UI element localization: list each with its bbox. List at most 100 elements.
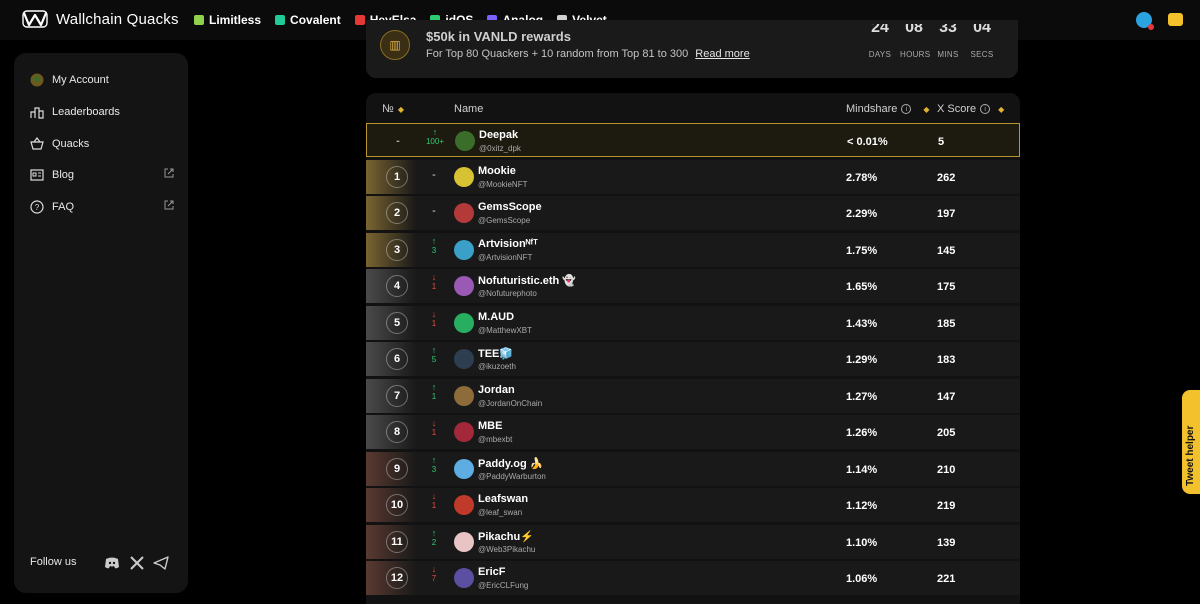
- table-row[interactable]: 1 - Mookie @MookieNFT 2.78% 262: [366, 159, 1020, 194]
- partner-link-limitless[interactable]: Limitless: [194, 13, 261, 27]
- rank-header[interactable]: № ◆: [382, 103, 404, 115]
- xscore-value: 205: [937, 427, 956, 439]
- user-handle: @ikuzoeth: [478, 362, 516, 371]
- discord-icon[interactable]: [104, 556, 120, 570]
- user-handle: @GemsScope: [478, 216, 531, 225]
- table-row[interactable]: 4 ↓ 1 Nofuturistic.eth 👻 @Nofuturephoto 1.65%…: [366, 269, 1020, 303]
- table-row[interactable]: 12 ↓ 7 EricF @EricCLFung 1.06% 221: [366, 561, 1020, 595]
- rank-cell: 2: [366, 196, 416, 230]
- external-link-icon: [164, 168, 174, 178]
- table-row[interactable]: 5 ↓ 1 M.AUD @MatthewXBT 1.43% 185: [366, 305, 1020, 340]
- user-name[interactable]: EricF: [478, 566, 506, 578]
- brand-logo[interactable]: Wallchain Quacks: [22, 10, 179, 28]
- table-row[interactable]: 9 ↑ 3 Paddy.og 🍌 @PaddyWarburton 1.14% 210: [366, 451, 1020, 486]
- user-name[interactable]: Jordan: [478, 384, 515, 396]
- xscore-header[interactable]: X Score i ◆: [937, 103, 1004, 115]
- sidebar-item-label: My Account: [52, 74, 109, 86]
- rank-cell: 9: [366, 451, 416, 486]
- sidebar-item-label: Blog: [52, 169, 75, 181]
- sidebar: My Account Leaderboards Quacks Blog ? FA…: [14, 53, 188, 593]
- user-name[interactable]: Paddy.og 🍌: [478, 457, 543, 470]
- table-row[interactable]: 10 ↓ 1 Leafswan @leaf_swan 1.12% 219: [366, 488, 1020, 522]
- trophy-icon: ▥: [380, 30, 410, 60]
- x-icon[interactable]: [129, 556, 145, 570]
- avatar[interactable]: [454, 422, 474, 442]
- avatar[interactable]: [454, 495, 474, 515]
- xscore-value: 139: [937, 536, 956, 549]
- avatar[interactable]: [454, 276, 474, 296]
- user-handle: @Nofuturephoto: [478, 289, 537, 298]
- avatar[interactable]: [454, 203, 474, 223]
- info-icon[interactable]: i: [980, 104, 991, 114]
- mindshare-value: 1.27%: [846, 390, 878, 403]
- mindshare-value: 1.29%: [846, 354, 878, 366]
- user-name[interactable]: Leafswan: [478, 493, 528, 505]
- table-row[interactable]: 3 ↑ 3 Artvisionᴺᶠᵀ @ArtvisionNFT 1.75% 145: [366, 232, 1020, 267]
- table-row[interactable]: 2 - GemsScope @GemsScope 2.29% 197: [366, 196, 1020, 230]
- partner-link-covalent[interactable]: Covalent: [275, 13, 341, 27]
- countdown-days: 24 DAYS: [868, 24, 892, 59]
- xscore-value: 210: [937, 463, 956, 476]
- countdown-mins: 33 MINS: [937, 24, 959, 59]
- countdown-timer: 24 DAYS 08 HOURS 33 MINS 04 SECS: [866, 24, 996, 59]
- read-more-link[interactable]: Read more: [695, 48, 749, 60]
- avatar[interactable]: [454, 568, 474, 588]
- newspaper-icon: [30, 168, 44, 182]
- avatar[interactable]: [454, 385, 474, 406]
- mindshare-value: < 0.01%: [847, 136, 888, 148]
- sidebar-item-label: FAQ: [52, 201, 75, 213]
- rank-cell: 1: [366, 159, 416, 194]
- arrow-down-icon: ↓: [431, 308, 437, 319]
- user-name[interactable]: Artvisionᴺᶠᵀ: [478, 238, 538, 250]
- rank-badge: 3: [386, 238, 408, 261]
- table-row[interactable]: 8 ↓ 1 MBE @mbexbt 1.26% 205: [366, 415, 1020, 449]
- rank-cell: 4: [366, 269, 416, 303]
- avatar[interactable]: [454, 239, 474, 260]
- avatar[interactable]: [454, 166, 474, 187]
- rank-change: ↑ 5: [424, 345, 444, 365]
- user-handle: @JordanOnChain: [478, 398, 543, 408]
- rank-change: ↑ 2: [424, 528, 444, 547]
- telegram-icon[interactable]: [153, 556, 169, 570]
- rank-badge: 5: [386, 311, 408, 334]
- table-row-current-user[interactable]: - ↑ 100+ Deepak @0xitz_dpk < 0.01% 5: [366, 123, 1020, 157]
- rank-cell: -: [367, 124, 417, 158]
- xscore-value: 147: [937, 390, 956, 403]
- avatar[interactable]: [454, 458, 474, 479]
- arrow-up-icon: ↑: [431, 381, 437, 392]
- user-name[interactable]: Pikachu⚡: [478, 530, 534, 543]
- wallet-icon[interactable]: [1168, 13, 1183, 26]
- sort-icon: ◆: [923, 104, 930, 114]
- sidebar-item-my-account[interactable]: My Account: [30, 70, 174, 90]
- sidebar-item-leaderboards[interactable]: Leaderboards: [30, 102, 174, 122]
- avatar[interactable]: [454, 349, 474, 369]
- avatar[interactable]: [455, 131, 475, 151]
- sidebar-item-faq[interactable]: ? FAQ: [30, 197, 174, 217]
- rank-change: ↑ 3: [424, 236, 444, 255]
- table-row[interactable]: 7 ↑ 1 Jordan @JordanOnChain 1.27% 147: [366, 378, 1020, 413]
- table-row[interactable]: 11 ↑ 2 Pikachu⚡ @Web3Pikachu 1.10% 139: [366, 524, 1020, 559]
- user-name[interactable]: MBE: [478, 420, 502, 432]
- avatar[interactable]: [454, 312, 474, 333]
- avatar-icon: [30, 73, 44, 87]
- user-name[interactable]: TEE🧊: [478, 347, 513, 360]
- user-name[interactable]: Mookie: [478, 165, 516, 177]
- user-name[interactable]: GemsScope: [478, 201, 542, 213]
- mindshare-header[interactable]: Mindshare i ◆: [846, 103, 930, 115]
- user-name[interactable]: Deepak: [479, 129, 518, 141]
- rank-badge: 6: [386, 348, 408, 370]
- arrow-up-icon: ↑: [431, 345, 437, 355]
- user-name[interactable]: Nofuturistic.eth 👻: [478, 274, 576, 287]
- table-row[interactable]: 6 ↑ 5 TEE🧊 @ikuzoeth 1.29% 183: [366, 342, 1020, 376]
- sidebar-item-quacks[interactable]: Quacks: [30, 134, 174, 154]
- user-name[interactable]: M.AUD: [478, 311, 514, 323]
- user-handle: @mbexbt: [478, 435, 513, 444]
- mindshare-value: 1.06%: [846, 573, 878, 585]
- sidebar-item-blog[interactable]: Blog: [30, 165, 174, 185]
- tweet-helper-button[interactable]: Tweet helper: [1182, 390, 1200, 494]
- avatar[interactable]: [454, 531, 474, 552]
- rank-cell: 5: [366, 305, 416, 340]
- sidebar-item-label: Quacks: [52, 138, 90, 150]
- question-icon: ?: [30, 200, 44, 214]
- info-icon[interactable]: i: [901, 104, 912, 114]
